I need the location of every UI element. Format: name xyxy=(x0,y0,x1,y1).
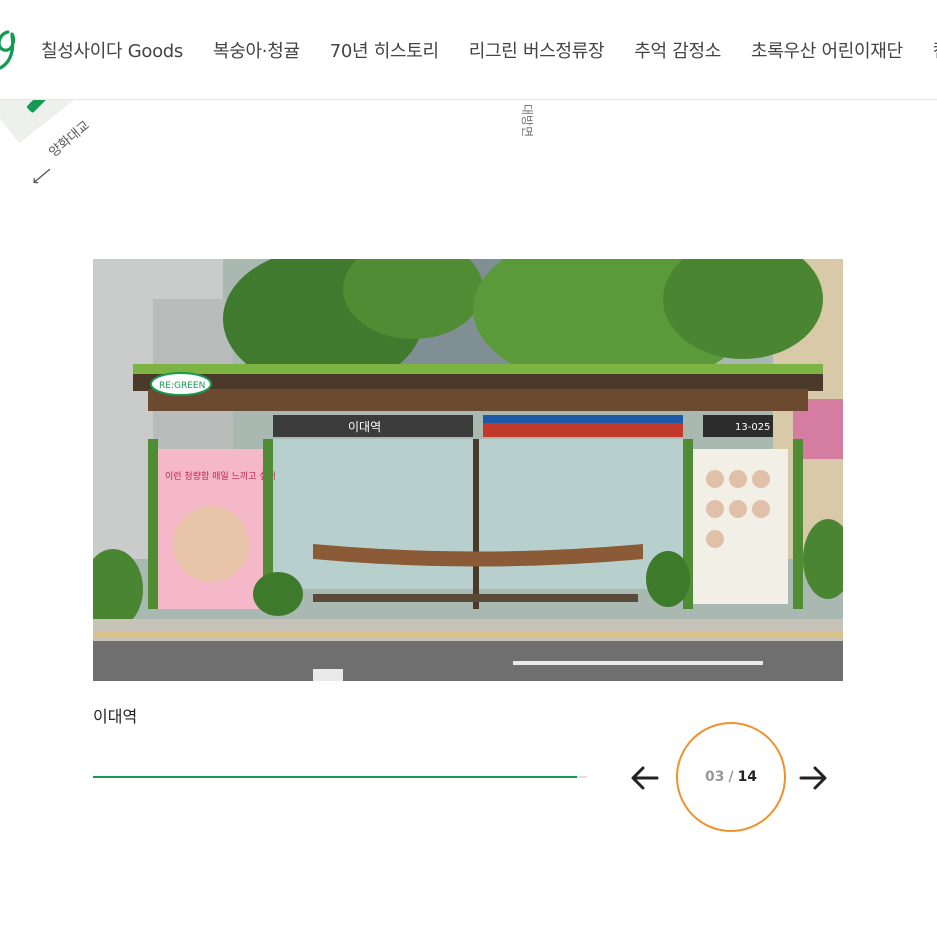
slide-counter-separator: / xyxy=(728,769,734,785)
bus-stop-photo: 이대역 13-025 이런 청량함 매일 느끼고 싶어 RE:GREEN xyxy=(93,259,843,681)
prev-arrow-icon[interactable] xyxy=(627,760,663,796)
poster-left-text: 이런 청량함 매일 느끼고 싶어 xyxy=(165,470,276,482)
nav-item-history[interactable]: 70년 히스토리 xyxy=(330,37,439,63)
slide-counter-total: 14 xyxy=(737,769,758,785)
re-green-logo-icon[interactable] xyxy=(0,28,20,72)
bus-stop-illustration: 이대역 13-025 이런 청량함 매일 느끼고 싶어 RE:GREEN xyxy=(93,259,843,681)
top-navigation: 칠성사이다 Goods 복숭아·청귤 70년 히스토리 리그린 버스정류장 추억… xyxy=(0,0,937,100)
slide-progress-track xyxy=(93,776,587,778)
nav-item-memory-appraisal[interactable]: 추억 감정소 xyxy=(634,37,721,63)
nav-item-foundation[interactable]: 초록우산 어린이재단 xyxy=(751,37,903,63)
map-fragment xyxy=(0,100,937,200)
next-arrow-icon[interactable] xyxy=(795,760,831,796)
stop-number: 13-025 xyxy=(735,422,770,433)
station-sign: 이대역 xyxy=(348,420,381,434)
nav-menu: 칠성사이다 Goods 복숭아·청귤 70년 히스토리 리그린 버스정류장 추억… xyxy=(41,0,937,99)
slide-counter: 03 / 14 xyxy=(676,722,786,832)
brand-sign: RE:GREEN xyxy=(159,381,205,391)
slide-progress-fill xyxy=(93,776,578,778)
nav-item-campaign[interactable]: 캠 xyxy=(933,37,937,63)
nav-item-peach-citrus[interactable]: 복숭아·청귤 xyxy=(213,37,300,63)
slide-counter-current: 03 xyxy=(704,769,725,785)
nav-item-goods[interactable]: 칠성사이다 Goods xyxy=(41,37,183,63)
map-label-road: 대방면 xyxy=(520,104,534,138)
slide-caption: 이대역 xyxy=(93,707,138,726)
nav-item-bus-stop[interactable]: 리그린 버스정류장 xyxy=(469,37,605,63)
